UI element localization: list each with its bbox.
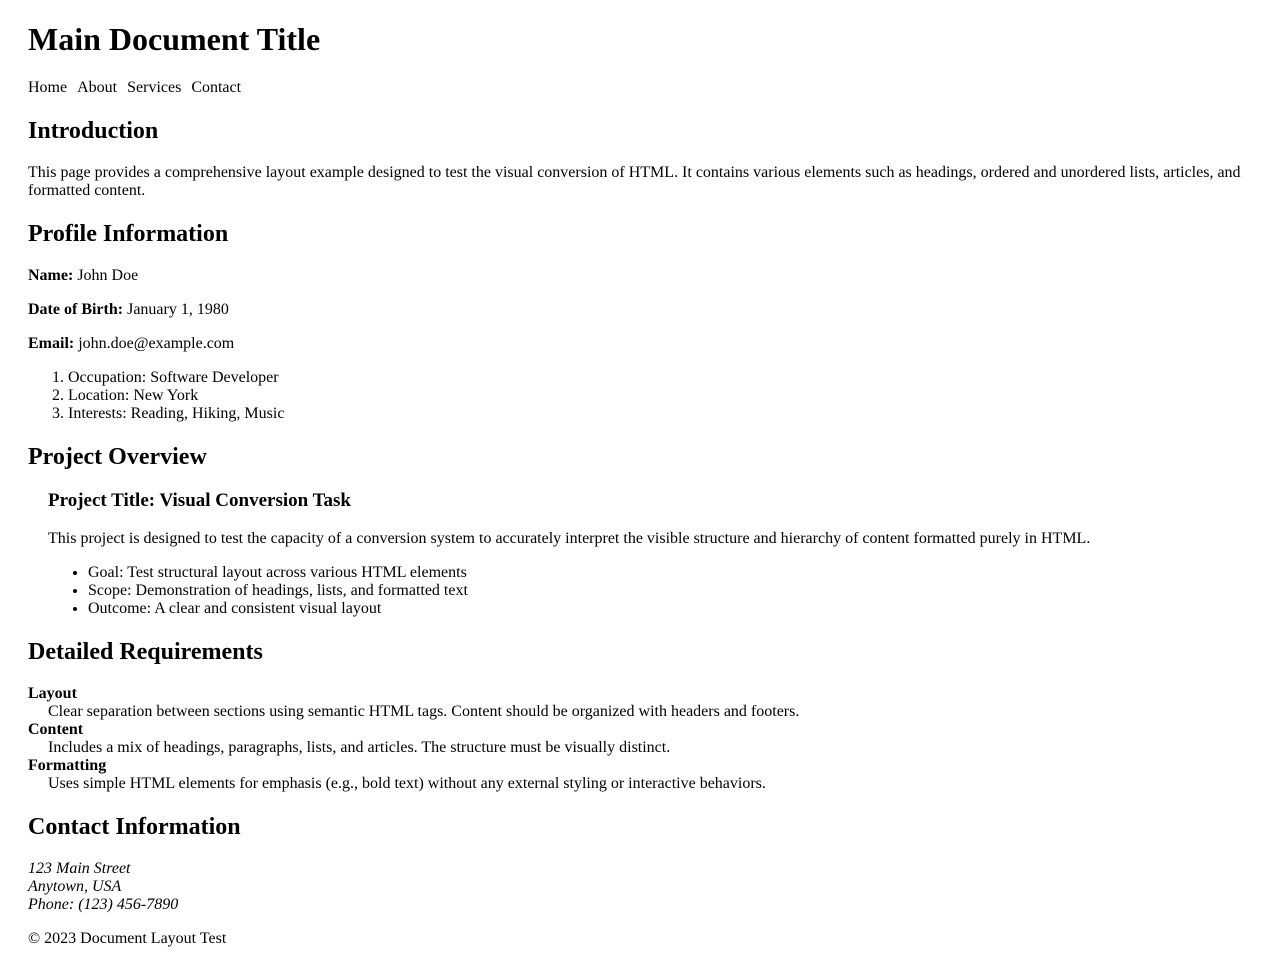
project-text: This project is designed to test the cap…	[48, 530, 1091, 547]
requirement-desc: Clear separation between sections using …	[48, 703, 800, 720]
requirements-heading: Detailed Requirements	[28, 639, 263, 665]
introduction-heading: Introduction	[28, 118, 159, 144]
contact-address: 123 Main Street Anytown, USA Phone: (123…	[28, 860, 178, 914]
list-item: Location: New York	[68, 387, 284, 405]
list-item: Interests: Reading, Hiking, Music	[68, 405, 284, 423]
profile-heading: Profile Information	[28, 221, 229, 247]
nav-link-contact[interactable]: Contact	[191, 79, 241, 96]
profile-dob: Date of Birth: January 1, 1980	[28, 301, 229, 319]
requirement-term: Formatting	[28, 757, 107, 774]
requirement-desc: Includes a mix of headings, paragraphs, …	[48, 739, 671, 756]
page-title: Main Document Title	[28, 21, 321, 57]
document-page: Main Document Title Home About Services Con…	[0, 0, 1280, 969]
list-item: Goal: Test structural layout across vari…	[88, 564, 468, 582]
list-item: Occupation: Software Developer	[68, 369, 284, 387]
address-line: Anytown, USA	[28, 878, 122, 895]
requirement-term: Content	[28, 721, 84, 738]
address-phone: Phone: (123) 456-7890	[28, 896, 179, 913]
profile-dob-label: Date of Birth:	[28, 301, 124, 318]
profile-email: Email: john.doe@example.com	[28, 335, 234, 353]
list-item: Outcome: A clear and consistent visual l…	[88, 600, 468, 618]
nav-link-home[interactable]: Home	[28, 79, 67, 96]
requirements-list: Layout Clear separation between sections…	[28, 685, 799, 793]
page-footer: © 2023 Document Layout Test	[28, 930, 227, 947]
requirement-desc: Uses simple HTML elements for emphasis (…	[48, 775, 766, 792]
nav-link-services[interactable]: Services	[127, 79, 181, 96]
main-nav: Home About Services Contact	[28, 79, 251, 97]
profile-name-label: Name:	[28, 267, 74, 284]
profile-email-value: john.doe@example.com	[78, 335, 235, 352]
profile-email-label: Email:	[28, 335, 75, 352]
introduction-text: This page provides a comprehensive layou…	[28, 164, 1241, 199]
list-item: Scope: Demonstration of headings, lists,…	[88, 582, 468, 600]
profile-details-list: Occupation: Software Developer Location:…	[28, 369, 284, 423]
nav-link-about[interactable]: About	[77, 79, 117, 96]
requirement-term: Layout	[28, 685, 77, 702]
contact-heading: Contact Information	[28, 814, 241, 840]
profile-dob-value: January 1, 1980	[127, 301, 229, 318]
address-line: 123 Main Street	[28, 860, 131, 877]
project-subheading: Project Title: Visual Conversion Task	[48, 490, 351, 511]
profile-name: Name: John Doe	[28, 267, 138, 285]
profile-name-value: John Doe	[77, 267, 139, 284]
project-heading: Project Overview	[28, 444, 207, 470]
project-items-list: Goal: Test structural layout across vari…	[48, 564, 468, 618]
